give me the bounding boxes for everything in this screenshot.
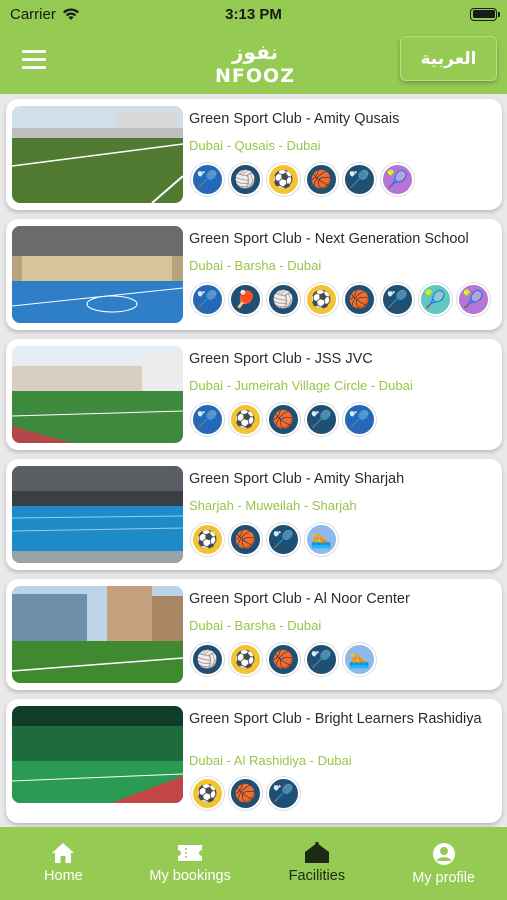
logo-arabic: نفوز xyxy=(231,40,278,64)
padel-icon: 🎾 xyxy=(457,283,490,316)
menu-icon-bar xyxy=(22,50,46,53)
club-card[interactable]: Green Sport Club - Amity Sharjah Sharjah… xyxy=(6,459,502,570)
menu-icon-bar xyxy=(22,66,46,69)
sports-row: 🏸 🏐 ⚽ 🏀 🏸 🎾 xyxy=(191,163,414,196)
status-bar: Carrier 3:13 PM xyxy=(0,0,507,28)
menu-button[interactable] xyxy=(22,50,46,70)
club-image xyxy=(12,586,183,683)
football-icon: ⚽ xyxy=(305,283,338,316)
status-left: Carrier xyxy=(10,6,80,23)
football-icon: ⚽ xyxy=(191,523,224,556)
football-icon: ⚽ xyxy=(191,777,224,810)
swimming-icon: 🏊 xyxy=(343,643,376,676)
club-list[interactable]: Green Sport Club - Amity Qusais Dubai - … xyxy=(0,94,507,827)
volleyball-icon: 🏐 xyxy=(267,283,300,316)
club-location: Dubai - Qusais - Dubai xyxy=(189,138,321,153)
badminton-shuttle-icon: 🏸 xyxy=(343,163,376,196)
club-image xyxy=(12,466,183,563)
club-title: Green Sport Club - Al Noor Center xyxy=(189,591,410,607)
basketball-icon: 🏀 xyxy=(343,283,376,316)
language-button[interactable]: العربية xyxy=(400,36,497,81)
facility-icon xyxy=(304,842,329,863)
club-title: Green Sport Club - JSS JVC xyxy=(189,351,373,367)
badminton-icon: 🏸 xyxy=(191,163,224,196)
basketball-icon: 🏀 xyxy=(267,403,300,436)
sports-row: 🏐 ⚽ 🏀 🏸 🏊 xyxy=(191,643,376,676)
badminton-icon: 🏸 xyxy=(191,283,224,316)
badminton-shuttle-icon: 🏸 xyxy=(381,283,414,316)
wifi-icon xyxy=(62,8,79,20)
badminton-alt-icon: 🏸 xyxy=(343,403,376,436)
club-title: Green Sport Club - Amity Sharjah xyxy=(189,471,405,487)
app-header: نفوز NFOOZ العربية xyxy=(0,28,507,94)
club-card[interactable]: Green Sport Club - Bright Learners Rashi… xyxy=(6,699,502,823)
basketball-icon: 🏀 xyxy=(229,777,262,810)
nfooz-logo: نفوز NFOOZ xyxy=(215,40,295,86)
tab-my-profile[interactable]: My profile xyxy=(380,827,507,900)
club-location: Sharjah - Muweilah - Sharjah xyxy=(189,498,357,513)
tab-my-bookings[interactable]: My bookings xyxy=(127,827,254,900)
tab-label: My bookings xyxy=(149,868,231,884)
tab-label: Facilities xyxy=(288,868,346,884)
carrier-label: Carrier xyxy=(10,5,56,23)
swimming-icon: 🏊 xyxy=(305,523,338,556)
padel-icon: 🎾 xyxy=(381,163,414,196)
battery-icon xyxy=(470,7,500,21)
sports-row: ⚽ 🏀 🏸 🏊 xyxy=(191,523,338,556)
club-card[interactable]: Green Sport Club - Next Generation Schoo… xyxy=(6,219,502,330)
club-card[interactable]: Green Sport Club - Al Noor Center Dubai … xyxy=(6,579,502,690)
club-image xyxy=(12,106,183,203)
tab-label: My profile xyxy=(412,870,476,886)
basketball-icon: 🏀 xyxy=(229,523,262,556)
club-title: Green Sport Club - Bright Learners Rashi… xyxy=(189,711,482,727)
football-icon: ⚽ xyxy=(229,403,262,436)
badminton-shuttle-icon: 🏸 xyxy=(305,643,338,676)
sports-row: ⚽ 🏀 🏸 xyxy=(191,777,300,810)
basketball-icon: 🏀 xyxy=(267,643,300,676)
sports-row: 🏸 ⚽ 🏀 🏸 🏸 xyxy=(191,403,376,436)
badminton-shuttle-icon: 🏸 xyxy=(267,777,300,810)
volleyball-icon: 🏐 xyxy=(229,163,262,196)
club-location: Dubai - Jumeirah Village Circle - Dubai xyxy=(189,378,413,393)
club-image xyxy=(12,706,183,803)
club-location: Dubai - Barsha - Dubai xyxy=(189,258,322,273)
basketball-icon: 🏀 xyxy=(305,163,338,196)
badminton-shuttle-icon: 🏸 xyxy=(267,523,300,556)
tab-bar: Home My bookings Facilities My profile xyxy=(0,827,507,900)
club-location: Dubai - Al Rashidiya - Dubai xyxy=(189,753,352,768)
tab-label: Home xyxy=(44,868,83,884)
profile-icon xyxy=(432,843,455,865)
badminton-icon: 🏸 xyxy=(191,403,224,436)
sports-row: 🏸 🏓 🏐 ⚽ 🏀 🏸 🎾 🎾 xyxy=(191,283,490,316)
badminton-shuttle-icon: 🏸 xyxy=(305,403,338,436)
football-icon: ⚽ xyxy=(267,163,300,196)
club-location: Dubai - Barsha - Dubai xyxy=(189,618,322,633)
tennis-icon: 🎾 xyxy=(419,283,452,316)
tab-home[interactable]: Home xyxy=(0,827,127,900)
menu-icon-bar xyxy=(22,58,46,61)
home-icon xyxy=(52,843,75,863)
club-card[interactable]: Green Sport Club - Amity Qusais Dubai - … xyxy=(6,99,502,210)
tab-facilities[interactable]: Facilities xyxy=(254,827,381,900)
club-title: Green Sport Club - Next Generation Schoo… xyxy=(189,231,469,247)
club-image xyxy=(12,346,183,443)
football-icon: ⚽ xyxy=(229,643,262,676)
volleyball-icon: 🏐 xyxy=(191,643,224,676)
table-tennis-icon: 🏓 xyxy=(229,283,262,316)
club-card[interactable]: Green Sport Club - JSS JVC Dubai - Jumei… xyxy=(6,339,502,450)
club-image xyxy=(12,226,183,323)
logo-text: NFOOZ xyxy=(215,65,295,86)
club-title: Green Sport Club - Amity Qusais xyxy=(189,111,400,127)
ticket-icon xyxy=(178,845,203,861)
